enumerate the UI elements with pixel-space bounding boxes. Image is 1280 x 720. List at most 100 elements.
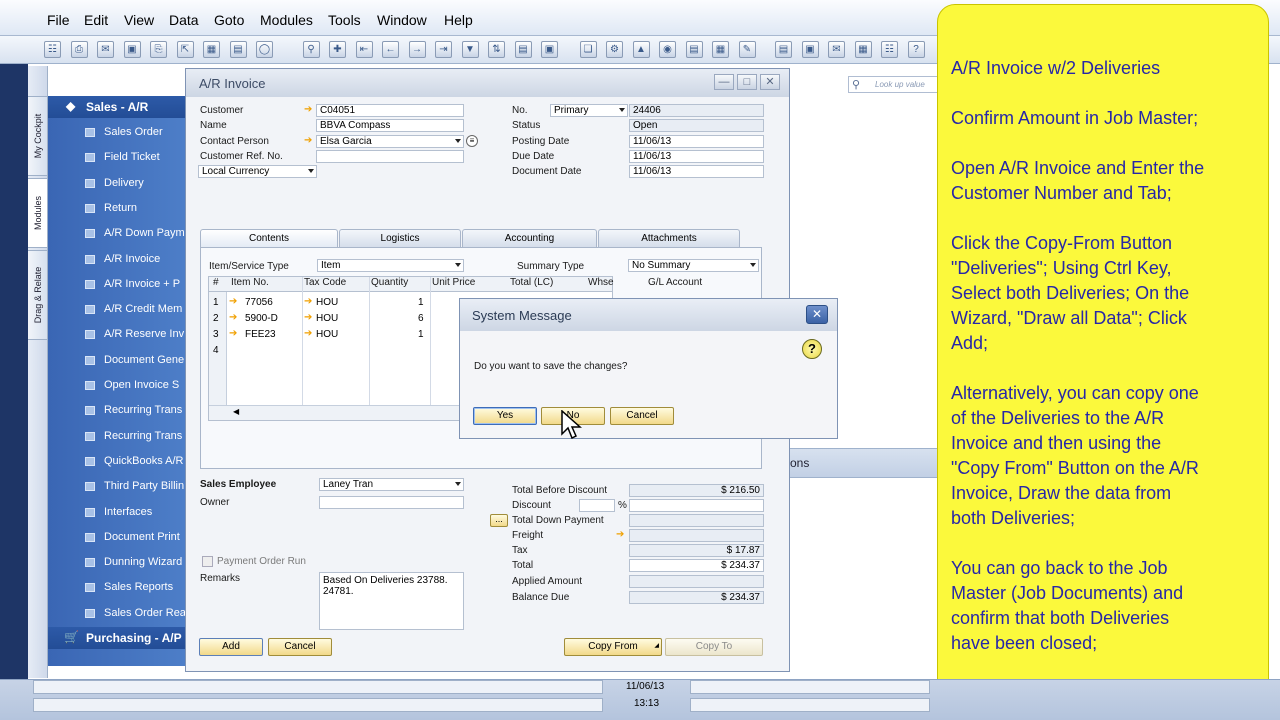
base-document-icon[interactable]: ▤ bbox=[514, 41, 532, 58]
find-icon[interactable]: ⚲ bbox=[302, 41, 320, 58]
drafts-icon[interactable]: ▣ bbox=[801, 41, 819, 58]
contact-details-icon[interactable]: ≡ bbox=[466, 135, 478, 147]
customer-ref-field[interactable] bbox=[316, 150, 464, 163]
nav-item[interactable]: Recurring Trans bbox=[48, 398, 185, 423]
nav-item[interactable]: Third Party Billin bbox=[48, 474, 185, 499]
email-icon[interactable]: ✉ bbox=[97, 41, 114, 58]
nav-item[interactable]: A/R Invoice bbox=[48, 247, 185, 272]
payment-order-run-checkbox[interactable] bbox=[202, 556, 213, 567]
close-icon[interactable]: ✕ bbox=[806, 305, 828, 324]
settings-icon[interactable]: ⚙ bbox=[606, 41, 623, 58]
freight-arrow-icon[interactable]: ➔ bbox=[616, 529, 624, 540]
calculator-icon[interactable]: ▦ bbox=[854, 41, 872, 58]
item-service-type-select[interactable]: Item bbox=[317, 259, 464, 272]
discount-percent-field[interactable] bbox=[579, 499, 615, 512]
previous-record-icon[interactable]: ← bbox=[382, 41, 399, 58]
link-arrow-icon[interactable]: ➔ bbox=[304, 135, 312, 146]
document-date-field[interactable]: 11/06/13 bbox=[629, 165, 764, 178]
down-payment-ellipsis-button[interactable]: ... bbox=[490, 514, 508, 527]
tab-accounting[interactable]: Accounting bbox=[462, 229, 597, 247]
nav-item[interactable]: Sales Order Rea bbox=[48, 601, 185, 626]
calendar-icon[interactable]: ▦ bbox=[712, 41, 729, 58]
tab-my-cockpit[interactable]: My Cockpit bbox=[28, 96, 48, 176]
documents-icon[interactable]: ▤ bbox=[775, 41, 792, 58]
nav-item[interactable]: Dunning Wizard bbox=[48, 550, 185, 575]
nav-item[interactable]: A/R Reserve Inv bbox=[48, 322, 185, 347]
excel-icon[interactable]: ▦ bbox=[203, 41, 220, 58]
nav-item[interactable]: A/R Credit Mem bbox=[48, 297, 185, 322]
total-field[interactable]: $ 234.37 bbox=[629, 559, 764, 572]
document-number-field[interactable]: 24406 bbox=[629, 104, 764, 117]
contact-person-field[interactable]: Elsa Garcia bbox=[316, 135, 464, 148]
message-icon[interactable]: ✉ bbox=[828, 41, 845, 58]
add-icon[interactable]: ✚ bbox=[329, 41, 346, 58]
link-arrow-icon[interactable]: ➔ bbox=[229, 296, 237, 307]
nav-item[interactable]: QuickBooks A/R bbox=[48, 449, 185, 474]
currency-select[interactable]: Local Currency bbox=[198, 165, 317, 178]
tab-drag-relate[interactable]: Drag & Relate bbox=[28, 250, 48, 340]
nav-item[interactable]: Sales Order bbox=[48, 120, 185, 145]
item-no-cell[interactable]: 5900-D bbox=[245, 313, 278, 324]
edit-icon[interactable]: ✎ bbox=[738, 41, 756, 58]
nav-item[interactable]: Sales Reports bbox=[48, 575, 185, 600]
link-arrow-icon[interactable]: ➔ bbox=[304, 312, 312, 323]
filter-icon[interactable]: ▼ bbox=[461, 41, 479, 58]
quantity-cell[interactable]: 1 bbox=[418, 297, 424, 308]
preview-icon[interactable]: ☷ bbox=[44, 41, 61, 58]
nav-item[interactable]: Recurring Trans bbox=[48, 424, 185, 449]
nav-item[interactable]: Open Invoice S bbox=[48, 373, 185, 398]
sales-employee-select[interactable]: Laney Tran bbox=[319, 478, 464, 491]
quantity-cell[interactable]: 6 bbox=[418, 313, 424, 324]
nav-purchasing-header[interactable]: 🛒 Purchasing - A/P bbox=[48, 627, 185, 649]
menu-goto[interactable]: Goto bbox=[214, 12, 244, 28]
maximize-icon[interactable]: □ bbox=[737, 74, 757, 90]
nav-item[interactable]: Delivery bbox=[48, 171, 185, 196]
target-document-icon[interactable]: ▣ bbox=[541, 41, 558, 58]
menu-window[interactable]: Window bbox=[377, 12, 427, 28]
menu-view[interactable]: View bbox=[124, 12, 154, 28]
book-icon[interactable]: ▤ bbox=[685, 41, 703, 58]
menu-tools[interactable]: Tools bbox=[328, 12, 361, 28]
link-arrow-icon[interactable]: ➔ bbox=[229, 312, 237, 323]
posting-date-field[interactable]: 11/06/13 bbox=[629, 135, 764, 148]
link-arrow-icon[interactable]: ➔ bbox=[304, 104, 312, 115]
item-no-cell[interactable]: 77056 bbox=[245, 297, 273, 308]
nav-item[interactable]: Return bbox=[48, 196, 185, 221]
owner-field[interactable] bbox=[319, 496, 464, 509]
remarks-textarea[interactable]: Based On Deliveries 23788. 24781. bbox=[319, 572, 464, 630]
menu-help[interactable]: Help bbox=[444, 12, 473, 28]
name-field[interactable]: BBVA Compass bbox=[316, 119, 464, 132]
nav-item[interactable]: A/R Invoice + P bbox=[48, 272, 185, 297]
fax-icon[interactable]: ⎘ bbox=[150, 41, 167, 58]
lock-icon[interactable]: ◯ bbox=[256, 41, 273, 58]
tab-modules[interactable]: Modules bbox=[28, 178, 48, 248]
help-icon[interactable]: ? bbox=[907, 41, 925, 58]
tax-code-cell[interactable]: HOU bbox=[316, 313, 338, 324]
nav-item[interactable]: A/R Down Paym bbox=[48, 221, 185, 246]
item-no-cell[interactable]: FEE23 bbox=[245, 329, 276, 340]
tab-contents[interactable]: Contents bbox=[200, 229, 338, 247]
cancel-button[interactable]: Cancel bbox=[268, 638, 332, 656]
menu-edit[interactable]: Edit bbox=[84, 12, 108, 28]
customer-field[interactable]: C04051 bbox=[316, 104, 464, 117]
tax-code-cell[interactable]: HOU bbox=[316, 297, 338, 308]
close-icon[interactable]: ✕ bbox=[760, 74, 780, 90]
nav-item[interactable]: Document Gene bbox=[48, 348, 185, 373]
copy-from-button[interactable]: Copy From ◢ bbox=[564, 638, 662, 656]
summary-type-select[interactable]: No Summary bbox=[628, 259, 759, 272]
tax-code-cell[interactable]: HOU bbox=[316, 329, 338, 340]
export-icon[interactable]: ⇱ bbox=[176, 41, 194, 58]
link-arrow-icon[interactable]: ➔ bbox=[304, 328, 312, 339]
organization-icon[interactable]: ☷ bbox=[881, 41, 898, 58]
nav-sales-header[interactable]: ◆ Sales - A/R bbox=[48, 96, 185, 118]
sort-icon[interactable]: ⇅ bbox=[488, 41, 505, 58]
add-button[interactable]: Add bbox=[199, 638, 263, 656]
dialog-cancel-button[interactable]: Cancel bbox=[610, 407, 674, 425]
menu-modules[interactable]: Modules bbox=[260, 12, 313, 28]
scroll-left-icon[interactable]: ◀ bbox=[233, 407, 239, 416]
nav-item[interactable]: Interfaces bbox=[48, 500, 185, 525]
tab-attachments[interactable]: Attachments bbox=[598, 229, 740, 247]
search-field[interactable]: ⚲ Look up value bbox=[848, 76, 938, 93]
nav-item[interactable]: Field Ticket bbox=[48, 145, 185, 170]
menu-data[interactable]: Data bbox=[169, 12, 199, 28]
